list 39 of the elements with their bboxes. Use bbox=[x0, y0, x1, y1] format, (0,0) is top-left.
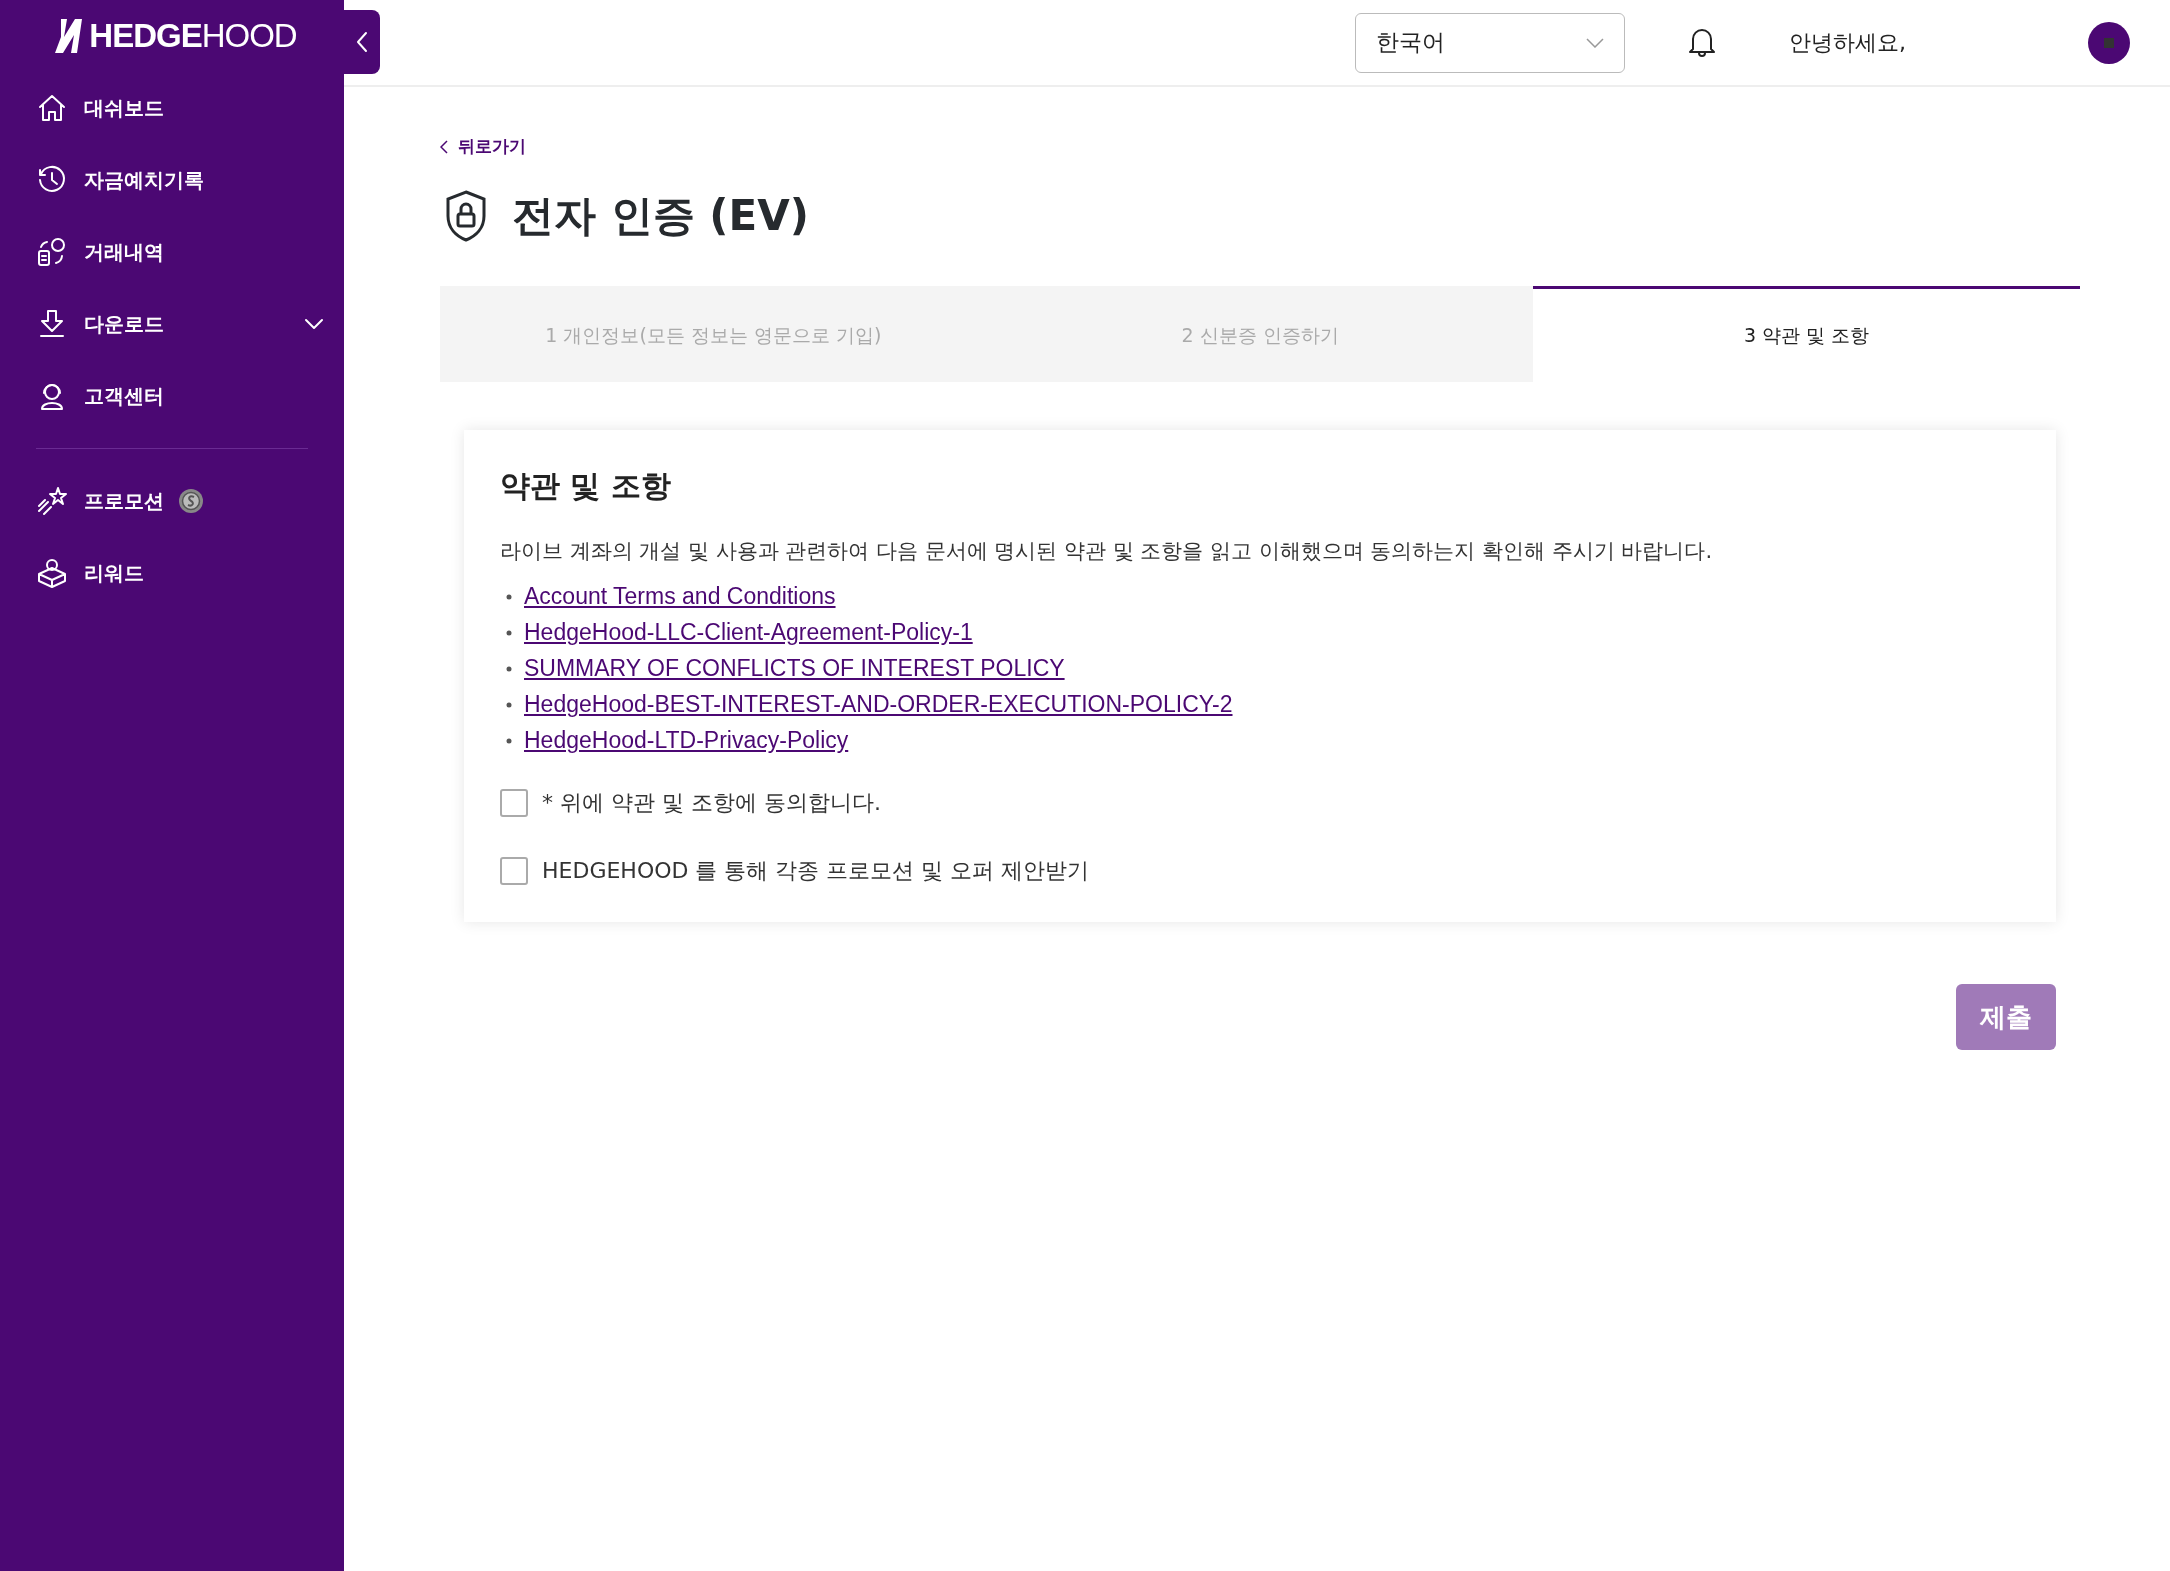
logo: HEDGEHOOD bbox=[89, 17, 297, 55]
chevron-left-icon bbox=[440, 139, 448, 154]
language-select[interactable]: 한국어 bbox=[1355, 12, 1625, 73]
document-link[interactable]: Account Terms and Conditions bbox=[524, 583, 836, 610]
nav-item[interactable]: 프로모션 bbox=[36, 465, 344, 537]
document-link[interactable]: HedgeHood-LTD-Privacy-Policy bbox=[524, 727, 849, 754]
chevron-down-icon bbox=[1586, 37, 1604, 48]
gift-box-icon bbox=[36, 557, 68, 589]
nav-item[interactable]: 대쉬보드 bbox=[36, 72, 344, 144]
back-link[interactable]: 뒤로가기 bbox=[440, 135, 526, 158]
document-link[interactable]: SUMMARY OF CONFLICTS OF INTEREST POLICY bbox=[524, 655, 1065, 682]
bullet-icon bbox=[506, 737, 512, 744]
card-title: 약관 및 조항 bbox=[500, 467, 672, 505]
checkbox-label: * 위에 약관 및 조항에 동의합니다. bbox=[542, 789, 881, 817]
step-tab[interactable]: 3 약관 및 조항 bbox=[1533, 286, 2080, 382]
avatar[interactable] bbox=[2088, 21, 2130, 64]
nav-item[interactable]: 고객센터 bbox=[36, 360, 344, 432]
bullet-icon bbox=[506, 701, 512, 708]
bullet-icon bbox=[506, 629, 512, 636]
checkbox[interactable] bbox=[500, 789, 528, 817]
nav-item[interactable]: 리워드 bbox=[36, 537, 344, 609]
home-icon bbox=[36, 92, 68, 124]
document-link[interactable]: HedgeHood-LLC-Client-Agreement-Policy-1 bbox=[524, 619, 973, 646]
shield-lock-icon bbox=[444, 190, 488, 242]
page-title: 전자 인증 (EV) bbox=[512, 190, 809, 242]
checkbox-label: HEDGEHOOD 를 통해 각종 프로모션 및 오퍼 제안받기 bbox=[542, 857, 1090, 885]
shooting-star-icon bbox=[36, 485, 68, 517]
money-document-icon bbox=[36, 236, 68, 268]
nav-item[interactable]: 자금예치기록 bbox=[36, 144, 344, 216]
greeting: 안녕하세요, bbox=[1789, 28, 1907, 57]
bullet-icon bbox=[506, 593, 512, 600]
bullet-icon bbox=[506, 665, 512, 672]
collapse-button[interactable] bbox=[344, 10, 380, 74]
chevron-left-icon bbox=[355, 31, 369, 53]
document-link[interactable]: HedgeHood-BEST-INTEREST-AND-ORDER-EXECUTION-POLICY-2 bbox=[524, 691, 1233, 718]
nav-item[interactable]: 거래내역 bbox=[36, 216, 344, 288]
nav-item[interactable]: 다운로드 bbox=[36, 288, 344, 360]
checkbox[interactable] bbox=[500, 857, 528, 885]
intro-text: 라이브 계좌의 개설 및 사용과 관련하여 다음 문서에 명시된 약관 및 조항을 읽고 이해했으며 동의하는지 확인해 주시기 바랍니다. bbox=[500, 538, 1714, 565]
